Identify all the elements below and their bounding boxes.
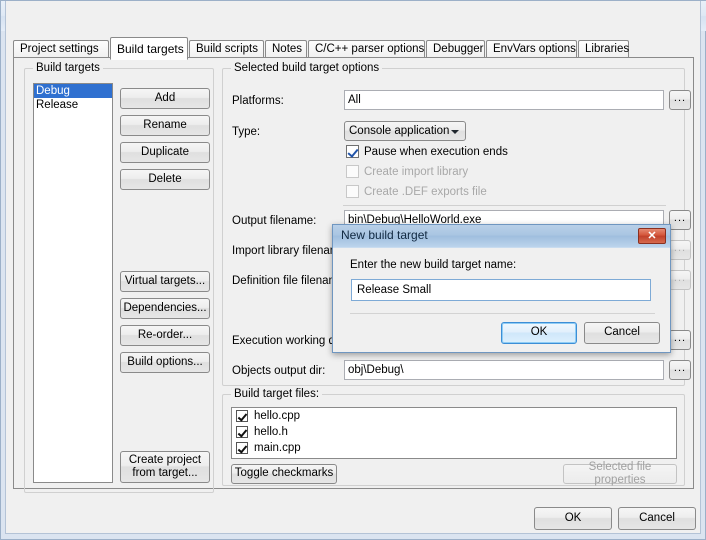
rename-button[interactable]: Rename [120, 115, 210, 136]
virtual-targets-button[interactable]: Virtual targets... [120, 271, 210, 292]
file-name-main-cpp: main.cpp [254, 442, 301, 454]
pause-when-execution-ends-row[interactable]: Pause when execution ends [346, 145, 508, 158]
new-build-target-ok-button[interactable]: OK [501, 322, 577, 344]
type-label: Type: [232, 126, 261, 138]
selected-target-group-title: Selected build target options [231, 62, 383, 74]
chevron-down-icon [451, 130, 459, 134]
tab-libraries[interactable]: Libraries [578, 40, 629, 58]
create-import-library-checkbox [346, 165, 359, 178]
platforms-browse-button[interactable]: ... [669, 90, 691, 110]
execution-working-dir-browse-button[interactable]: ... [669, 330, 691, 350]
new-build-target-title: New build target [341, 228, 428, 242]
list-item-debug[interactable]: Debug [34, 84, 112, 98]
new-build-target-cancel-button[interactable]: Cancel [584, 322, 660, 344]
build-targets-group-title: Build targets [33, 62, 103, 74]
pause-when-execution-ends-label: Pause when execution ends [364, 145, 508, 158]
definition-file-browse-button: ... [669, 270, 691, 290]
delete-button[interactable]: Delete [120, 169, 210, 190]
build-target-files-listbox[interactable]: hello.cpp hello.h main.cpp [231, 407, 677, 459]
output-filename-browse-button[interactable]: ... [669, 210, 691, 230]
build-options-button[interactable]: Build options... [120, 352, 210, 373]
build-targets-group: Build targets Debug Release Add Rename D… [24, 62, 214, 493]
pause-when-execution-ends-checkbox[interactable] [346, 145, 359, 158]
tab-build-scripts[interactable]: Build scripts [189, 40, 264, 58]
options-separator [343, 205, 666, 206]
toggle-checkmarks-button[interactable]: Toggle checkmarks [231, 464, 337, 484]
objects-output-dir-input[interactable]: obj\Debug\ [344, 360, 664, 380]
list-item-release[interactable]: Release [34, 98, 112, 112]
file-checkbox-hello-h[interactable] [236, 426, 248, 438]
tab-notes[interactable]: Notes [265, 40, 307, 58]
create-def-exports-file-label: Create .DEF exports file [364, 185, 487, 198]
create-def-exports-file-checkbox [346, 185, 359, 198]
execution-working-dir-label: Execution working dir: [232, 335, 345, 347]
new-build-target-name-input[interactable]: Release Small [351, 279, 651, 301]
build-target-files-group-title: Build target files: [231, 388, 323, 400]
tab-envvars-options[interactable]: EnvVars options [486, 40, 577, 58]
tab-debugger[interactable]: Debugger [426, 40, 485, 58]
dialog-cancel-button[interactable]: Cancel [618, 507, 696, 530]
create-import-library-row: Create import library [346, 165, 468, 178]
platforms-label: Platforms: [232, 95, 284, 107]
build-target-files-group: Build target files: hello.cpp hello.h ma… [222, 388, 685, 486]
new-build-target-titlebar: New build target ✕ [333, 225, 670, 248]
dependencies-button[interactable]: Dependencies... [120, 298, 210, 319]
dialog-ok-button[interactable]: OK [534, 507, 612, 530]
platforms-input[interactable]: All [344, 90, 664, 110]
re-order-button[interactable]: Re-order... [120, 325, 210, 346]
build-targets-listbox[interactable]: Debug Release [33, 83, 113, 483]
duplicate-button[interactable]: Duplicate [120, 142, 210, 163]
create-project-from-target-button[interactable]: Create project from target... [120, 451, 210, 483]
file-name-hello-h: hello.h [254, 426, 288, 438]
create-import-library-label: Create import library [364, 165, 469, 178]
file-name-hello-cpp: hello.cpp [254, 410, 301, 422]
output-filename-label: Output filename: [232, 215, 317, 227]
objects-output-dir-browse-button[interactable]: ... [669, 360, 691, 380]
file-row-hello-cpp[interactable]: hello.cpp [232, 408, 676, 424]
file-checkbox-hello-cpp[interactable] [236, 410, 248, 422]
type-dropdown-value: Console application [349, 125, 450, 137]
selected-file-properties-button: Selected file properties [563, 461, 677, 486]
add-button[interactable]: Add [120, 88, 210, 109]
tab-cpp-parser-options[interactable]: C/C++ parser options [308, 40, 425, 58]
tab-build-targets[interactable]: Build targets [110, 37, 188, 60]
type-dropdown[interactable]: Console application [344, 121, 466, 141]
new-build-target-dialog: New build target ✕ Enter the new build t… [332, 224, 671, 353]
file-checkbox-main-cpp[interactable] [236, 442, 248, 454]
file-row-main-cpp[interactable]: main.cpp [232, 440, 676, 456]
project-targets-options-window: Project/targets options ✕ Project settin… [0, 0, 706, 540]
new-build-target-close-icon[interactable]: ✕ [638, 228, 666, 244]
objects-output-dir-label: Objects output dir: [232, 365, 326, 377]
tab-project-settings[interactable]: Project settings [13, 40, 109, 58]
tab-bar: Project settings Build targets Build scr… [13, 37, 693, 60]
import-library-browse-button: ... [669, 240, 691, 260]
new-build-target-separator [350, 313, 655, 314]
file-row-hello-h[interactable]: hello.h [232, 424, 676, 440]
new-build-target-prompt: Enter the new build target name: [350, 259, 517, 271]
definition-file-filename-label: Definition file filename: [232, 275, 348, 287]
create-def-exports-file-row: Create .DEF exports file [346, 185, 487, 198]
